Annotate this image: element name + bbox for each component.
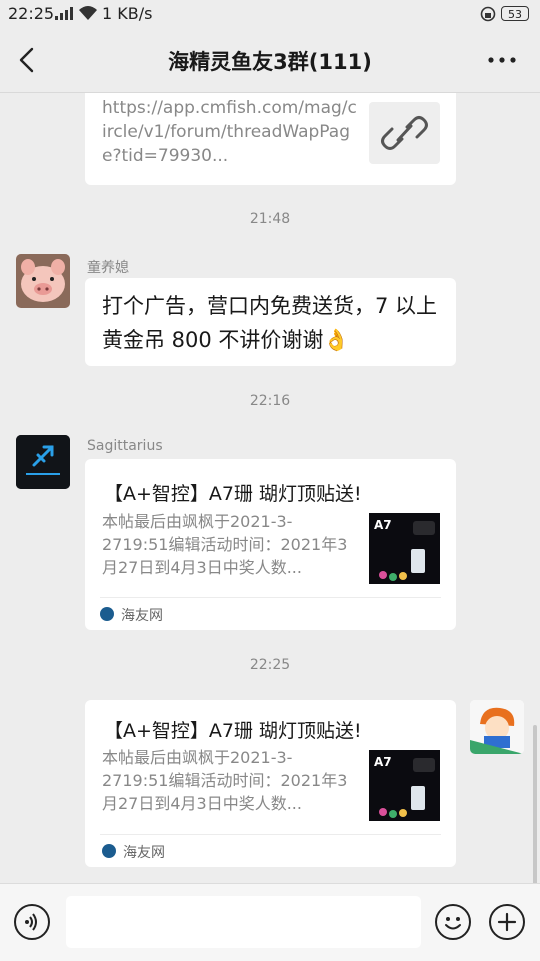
thumb-label: A7	[374, 755, 392, 769]
article-title: 【A+智控】A7珊 瑚灯顶贴送!	[104, 720, 362, 742]
message-list[interactable]: https://app.cmfish.com/mag/circle/v1/for…	[0, 93, 540, 883]
input-bar	[0, 883, 540, 961]
cartoon-avatar-icon	[470, 700, 524, 754]
alarm-icon	[480, 6, 496, 22]
message-text: 打个广告，营口内免费送货，7 以上黄金吊 800 不讲价谢谢👌	[102, 294, 438, 352]
timestamp: 22:16	[249, 393, 291, 409]
thumb-label: A7	[374, 518, 392, 532]
article-description: 本帖最后由飒枫于2021-3-2719:51编辑活动时间：2021年3月27日到…	[102, 748, 348, 813]
voice-button[interactable]	[14, 904, 50, 940]
emoji-icon	[445, 917, 461, 930]
link-icon	[381, 116, 428, 150]
pig-avatar-icon	[16, 254, 70, 308]
network-speed: 1 KB/s	[102, 4, 153, 23]
article-title: 【A+智控】A7珊 瑚灯顶贴送!	[104, 483, 362, 505]
product-image-icon: A7	[369, 750, 440, 821]
sender-name: 童养媳	[87, 260, 129, 276]
timestamp: 21:48	[249, 211, 291, 227]
emoji-button[interactable]	[435, 904, 471, 940]
chat-header: 海精灵鱼友3群(111)	[0, 28, 540, 93]
avatar-self[interactable]	[470, 700, 524, 754]
source-icon	[100, 607, 114, 621]
wifi-icon	[79, 6, 97, 20]
signal-icon	[55, 7, 73, 20]
sender-name: Sagittarius	[87, 438, 163, 454]
battery-indicator: 53	[501, 6, 529, 21]
article-thumbnail: A7	[369, 750, 440, 821]
message-input[interactable]	[66, 896, 421, 948]
timestamp: 22:25	[249, 657, 291, 673]
avatar-sender-2[interactable]	[16, 435, 70, 489]
card-divider	[100, 597, 441, 598]
voice-icon	[25, 913, 37, 931]
card-divider	[100, 834, 441, 835]
status-time: 22:25	[8, 4, 55, 23]
article-source: 海友网	[121, 608, 163, 624]
plus-button[interactable]	[489, 904, 525, 940]
article-thumbnail: A7	[369, 513, 440, 584]
article-source: 海友网	[123, 845, 165, 861]
article-description: 本帖最后由飒枫于2021-3-2719:51编辑活动时间：2021年3月27日到…	[102, 512, 348, 577]
chat-title: 海精灵鱼友3群(111)	[168, 50, 372, 74]
source-icon	[102, 844, 116, 858]
link-thumbnail	[369, 102, 440, 164]
plus-icon	[497, 912, 517, 932]
status-bar: 22:25 1 KB/s 53	[0, 0, 540, 28]
more-icon[interactable]	[486, 50, 518, 70]
product-image-icon: A7	[369, 513, 440, 584]
link-url: https://app.cmfish.com/mag/circle/v1/for…	[102, 98, 357, 166]
scrollbar[interactable]	[533, 725, 537, 885]
avatar-sender-1[interactable]	[16, 254, 70, 308]
sagittarius-avatar-icon	[16, 435, 70, 489]
